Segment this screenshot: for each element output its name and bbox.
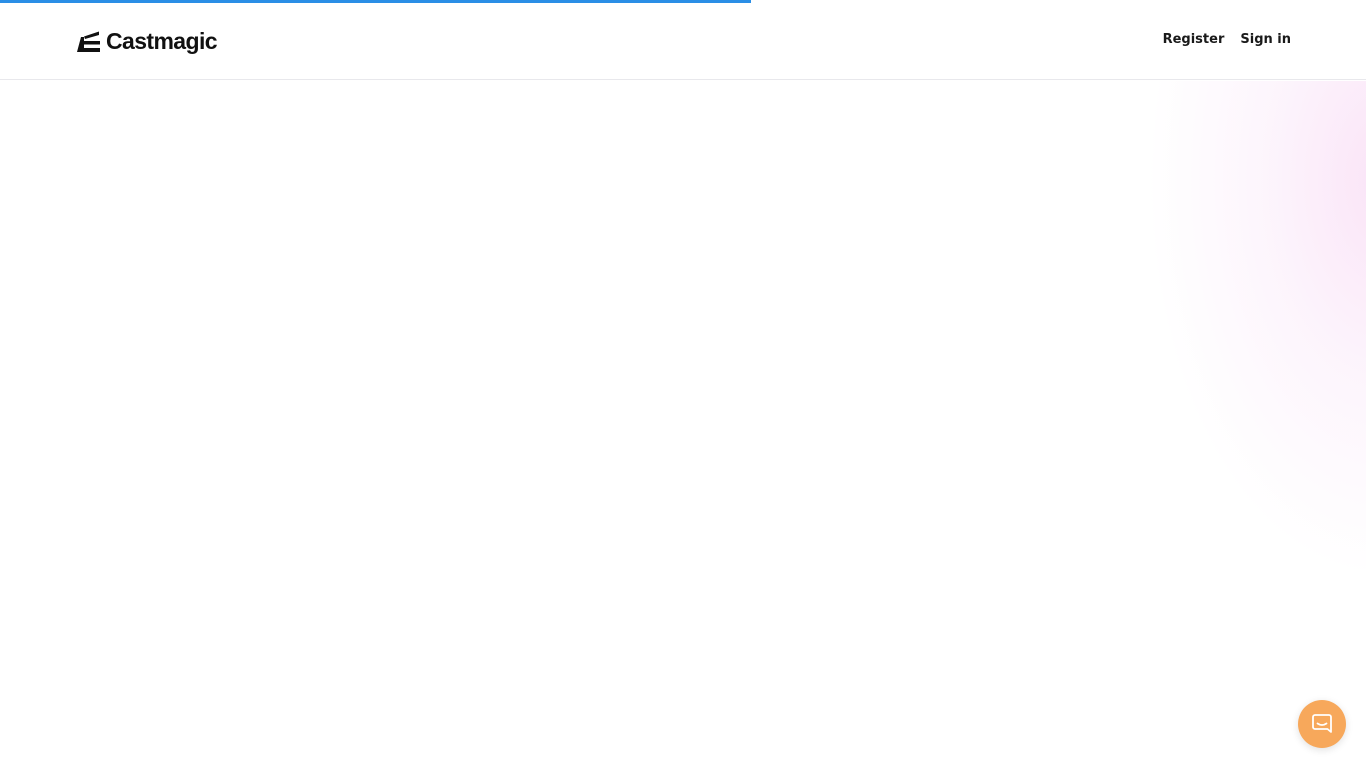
castmagic-logo-link[interactable]: Castmagic xyxy=(75,27,218,55)
sign-in-link[interactable]: Sign in xyxy=(1240,30,1291,50)
header-nav: Register Sign in xyxy=(1163,30,1291,50)
top-header: Castmagic Register Sign in xyxy=(0,0,1366,80)
page-loading-progress-bar xyxy=(0,0,752,3)
chat-launcher-button[interactable] xyxy=(1298,700,1346,748)
register-link[interactable]: Register xyxy=(1163,30,1225,50)
castmagic-logo-icon xyxy=(77,31,100,52)
decorative-gradient-glow xyxy=(1146,81,1366,581)
brand-name: Castmagic xyxy=(106,28,218,54)
main-content xyxy=(0,81,1366,768)
chat-bubble-icon xyxy=(1312,714,1332,733)
page: Castmagic Register Sign in xyxy=(0,0,1366,768)
